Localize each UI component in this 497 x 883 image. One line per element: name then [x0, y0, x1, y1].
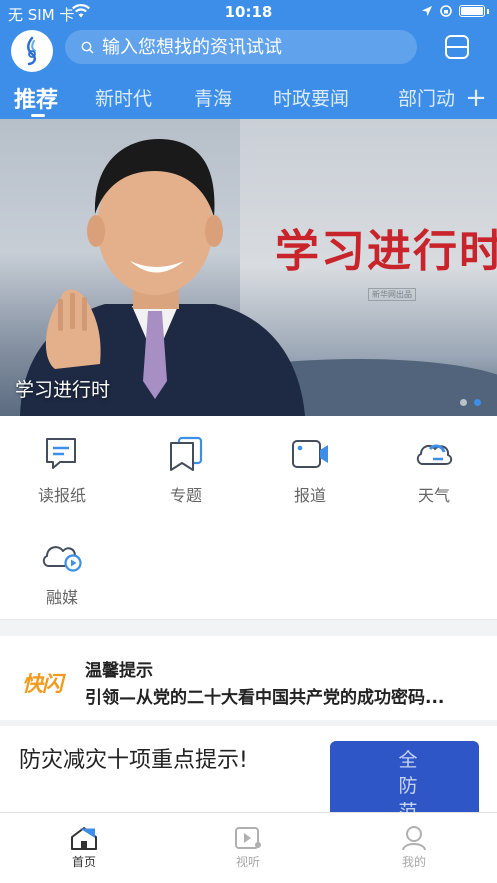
tabbar-label: 我的	[401, 855, 426, 869]
banner-pager	[460, 399, 481, 406]
tabbar-label: 首页	[71, 855, 96, 869]
flash-news-card[interactable]: 快闪 温馨提示 引领—从党的二十大看中国共产党的成功密码...	[0, 636, 497, 720]
newspaper-icon	[46, 438, 76, 469]
rotation-lock-icon	[440, 5, 452, 17]
hero-banner[interactable]: 学习进行时 新华网出品 学习进行时	[0, 119, 497, 416]
shortcut-label: 融媒	[45, 588, 78, 607]
weather-icon	[416, 444, 453, 465]
search-bar[interactable]	[65, 30, 417, 64]
battery-icon	[459, 5, 485, 17]
shortcut-report[interactable]: 报道	[248, 434, 372, 506]
video-play-icon	[235, 827, 261, 849]
news-list-item[interactable]: 防灾减灾十项重点提示! 全防范	[0, 726, 497, 812]
search-icon	[81, 41, 94, 53]
video-report-icon	[292, 440, 328, 468]
flash-news-badge: 快闪	[22, 672, 63, 696]
shortcut-label: 天气	[417, 486, 450, 505]
tab-politics[interactable]: 时政要闻	[273, 84, 349, 111]
home-icon	[71, 827, 97, 850]
search-input[interactable]	[102, 36, 402, 58]
thumbnail-text: 全防范	[398, 749, 418, 812]
banner-portrait	[20, 139, 305, 416]
shortcut-grid: 读报纸 专题 报道 天气 融媒	[0, 416, 497, 619]
topic-icon	[170, 436, 203, 471]
banner-seal: 新华网出品	[368, 288, 416, 301]
tab-qinghai[interactable]: 青海	[194, 84, 232, 111]
active-tab-indicator	[31, 114, 45, 117]
shortcut-label: 读报纸	[37, 486, 86, 505]
status-bar: 无 SIM 卡 10:18	[0, 0, 497, 26]
tab-recommend[interactable]: 推荐	[14, 82, 58, 114]
tabbar-video[interactable]: 视听	[198, 825, 298, 870]
app-logo[interactable]	[11, 30, 53, 72]
banner-caption: 学习进行时	[15, 379, 111, 401]
tabbar-home[interactable]: 首页	[34, 825, 134, 870]
shortcut-label: 报道	[293, 486, 326, 505]
battery-tip	[487, 8, 489, 14]
flash-news-title: 温馨提示	[85, 661, 153, 681]
media-cloud-icon	[42, 546, 82, 572]
logo-icon	[27, 36, 37, 66]
previous-headline-fragment	[85, 642, 255, 652]
pager-dot[interactable]	[460, 399, 467, 406]
flash-news-text: 引领—从党的二十大看中国共产党的成功密码...	[85, 688, 445, 708]
channel-tabs: 推荐 新时代 青海 时政要闻 部门动态 +	[0, 78, 497, 119]
shortcut-topic[interactable]: 专题	[124, 434, 248, 506]
shortcut-weather[interactable]: 天气	[372, 434, 496, 506]
shortcut-label: 专题	[169, 486, 202, 505]
add-channel-button[interactable]: +	[455, 78, 497, 119]
profile-icon	[402, 826, 426, 851]
pager-dot-active[interactable]	[474, 399, 481, 406]
top-header: 无 SIM 卡 10:18 推荐 新时代 青海 时政要	[0, 0, 497, 119]
location-icon	[422, 6, 432, 16]
tab-new-era[interactable]: 新时代	[95, 84, 152, 111]
bottom-tab-bar: 首页 视听 我的	[0, 812, 497, 883]
news-thumbnail: 全防范	[330, 741, 479, 812]
shortcut-media[interactable]: 融媒	[0, 536, 124, 608]
scan-icon[interactable]	[443, 33, 471, 61]
shortcut-newspaper[interactable]: 读报纸	[0, 434, 124, 506]
tabbar-profile[interactable]: 我的	[364, 825, 464, 870]
section-divider	[0, 619, 497, 620]
tabbar-label: 视听	[235, 855, 260, 869]
news-title: 防灾减灾十项重点提示!	[19, 748, 248, 773]
